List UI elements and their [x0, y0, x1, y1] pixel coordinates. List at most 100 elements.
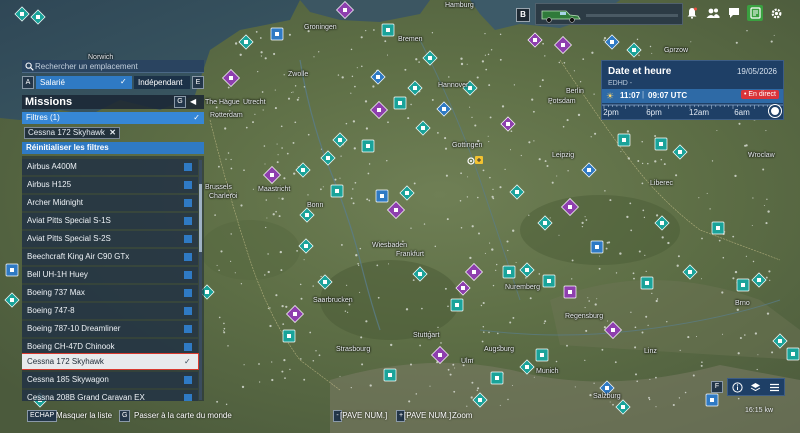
close-icon[interactable]: ✕ [109, 128, 116, 138]
filters-toggle[interactable]: Filtres (1) ✓ [22, 112, 204, 124]
list-item[interactable]: Cessna 208B Grand Caravan EX [22, 390, 198, 401]
mission-marker[interactable] [490, 371, 504, 385]
mission-marker[interactable] [535, 348, 549, 362]
airport-dot [605, 247, 608, 250]
airport-dot [410, 227, 412, 229]
checkbox[interactable] [184, 343, 192, 351]
airport-dot [609, 199, 612, 202]
mission-marker[interactable] [590, 240, 604, 254]
search-icon [25, 62, 34, 71]
aircraft-filter-list[interactable]: Airbus A400M Airbus H125 Archer Midnight… [22, 156, 204, 401]
scrollbar-thumb[interactable] [199, 184, 202, 252]
aircraft-name: Boeing CH-47D Chinook [27, 342, 115, 351]
list-item[interactable]: Cessna 185 Skywagon [22, 372, 198, 388]
mission-marker[interactable] [383, 368, 397, 382]
list-item[interactable]: Beechcraft King Air C90 GTx [22, 249, 198, 265]
airport-dot [585, 329, 588, 332]
checkbox[interactable] [184, 199, 192, 207]
list-item[interactable]: Aviat Pitts Special S-1S [22, 213, 198, 229]
mission-marker[interactable] [654, 137, 668, 151]
time-slider[interactable]: 2pm 6pm 12am 6am [602, 103, 783, 119]
logbook-icon[interactable] [747, 5, 763, 21]
checked-checkbox[interactable]: ✓ [184, 358, 192, 366]
list-icon[interactable] [769, 382, 780, 393]
mission-marker[interactable] [542, 274, 556, 288]
active-filter-chip[interactable]: Cessna 172 Skyhawk ✕ [24, 127, 120, 139]
live-button[interactable]: • En direct [740, 90, 779, 99]
list-item[interactable]: Aviat Pitts Special S-2S [22, 231, 198, 247]
mission-marker[interactable] [381, 23, 395, 37]
search-input[interactable] [35, 60, 200, 73]
checkbox[interactable] [184, 271, 192, 279]
list-item[interactable]: Boeing 737 Max [22, 285, 198, 301]
airport-dot [476, 76, 479, 79]
users-icon[interactable] [705, 5, 721, 21]
list-item[interactable]: Boeing 747-8 [22, 303, 198, 319]
mode-independant-button[interactable]: Indépendant [134, 76, 190, 89]
zoom-in-hint[interactable]: [PAVE NUM.] [404, 411, 451, 420]
airport-dot [356, 67, 358, 69]
mission-marker[interactable] [282, 329, 296, 343]
airport-dot [563, 62, 566, 64]
mission-marker[interactable] [640, 276, 654, 290]
world-map-hint[interactable]: Passer à la carte du monde [134, 411, 232, 420]
checkbox[interactable] [184, 307, 192, 315]
mission-marker[interactable] [375, 189, 389, 203]
mission-marker[interactable] [502, 265, 516, 279]
notification-bell-icon[interactable] [684, 5, 700, 21]
checkbox[interactable] [184, 163, 192, 171]
mission-marker[interactable] [705, 393, 719, 407]
checkbox[interactable] [184, 253, 192, 261]
airport-dot [660, 158, 663, 161]
vehicle-button[interactable] [535, 3, 683, 25]
mission-marker[interactable] [5, 263, 19, 277]
location-search[interactable] [22, 60, 204, 73]
mission-marker[interactable] [330, 184, 344, 198]
mission-marker[interactable] [736, 278, 750, 292]
list-item[interactable]: Archer Midnight [22, 195, 198, 211]
mission-marker[interactable] [786, 347, 800, 361]
list-item-selected[interactable]: Cessna 172 Skyhawk ✓ [22, 353, 199, 370]
airport-dot [692, 374, 695, 377]
list-item[interactable]: Boeing 787-10 Dreamliner [22, 321, 198, 337]
list-scrollbar[interactable] [199, 160, 202, 400]
selected-airport-pin[interactable] [467, 154, 483, 173]
checkbox[interactable] [184, 217, 192, 225]
airport-dot [487, 53, 490, 56]
checkbox[interactable] [184, 235, 192, 243]
info-icon[interactable] [732, 381, 743, 393]
mission-marker[interactable] [617, 133, 631, 147]
airport-dot [495, 269, 497, 271]
list-item[interactable]: Bell UH-1H Huey [22, 267, 198, 283]
chat-icon[interactable] [726, 5, 742, 21]
airport-dot [757, 354, 759, 356]
hide-list-hint[interactable]: Masquer la liste [56, 411, 112, 420]
airport-dot [716, 129, 718, 132]
mission-marker[interactable] [711, 221, 725, 235]
airport-dot [645, 315, 648, 318]
mission-marker[interactable] [361, 139, 375, 153]
mission-marker[interactable] [563, 285, 577, 299]
airport-dot [267, 270, 270, 274]
list-item[interactable]: Airbus A400M [22, 159, 198, 175]
layers-icon[interactable] [750, 382, 761, 393]
list-item[interactable]: Boeing CH-47D Chinook [22, 339, 198, 355]
mission-marker[interactable] [393, 96, 407, 110]
mission-marker[interactable] [270, 27, 284, 41]
airport-dot [339, 375, 341, 377]
checkbox[interactable] [184, 376, 192, 384]
airport-dot [533, 376, 535, 378]
checkbox[interactable] [184, 394, 192, 401]
zoom-out-hint[interactable]: [PAVE NUM.] [340, 411, 387, 420]
checkbox[interactable] [184, 325, 192, 333]
checkbox[interactable] [184, 289, 192, 297]
airport-dot [446, 218, 449, 221]
mission-marker[interactable] [450, 298, 464, 312]
time-slider-handle[interactable] [769, 105, 781, 117]
gear-icon[interactable] [768, 5, 784, 21]
mode-salarie-button[interactable]: Salarié [36, 76, 132, 89]
chevron-left-icon[interactable]: ◀ [190, 97, 196, 106]
checkbox[interactable] [184, 181, 192, 189]
list-item[interactable]: Airbus H125 [22, 177, 198, 193]
reset-filters-button[interactable]: Réinitialiser les filtres [22, 142, 204, 154]
